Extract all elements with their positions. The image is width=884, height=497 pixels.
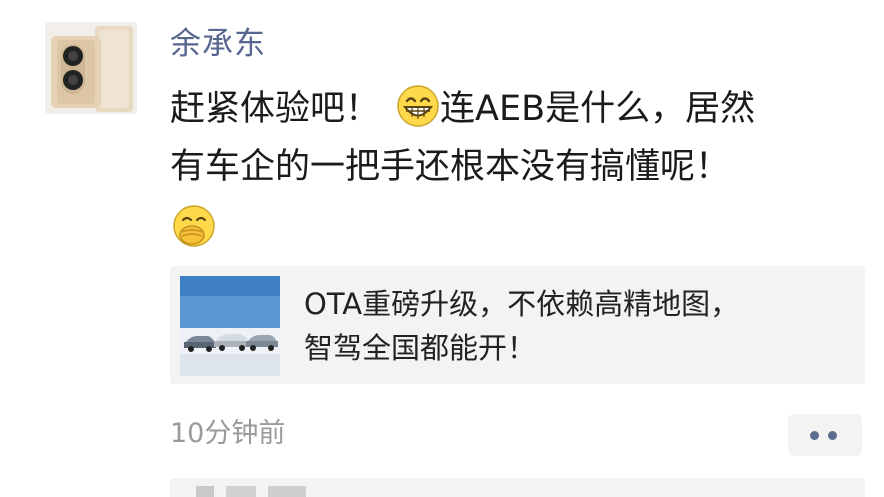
post-text-line-2: 有车企的一把手还根本没有搞懂呢！ <box>170 147 731 187</box>
avatar[interactable] <box>45 22 137 114</box>
post-text-line-1: 赶紧体验吧！ 连AEB是什么，居然 <box>170 80 870 138</box>
cars-on-snow-thumbnail <box>180 276 280 376</box>
more-dots-icon <box>828 431 837 440</box>
link-title-line-1: OTA重磅升级，不依赖高精地图， <box>304 287 740 321</box>
link-title[interactable]: OTA重磅升级，不依赖高精地图， 智驾全国都能开！ <box>304 282 844 370</box>
link-title-line-2: 智驾全国都能开！ <box>304 331 537 365</box>
more-actions-button[interactable] <box>788 414 862 456</box>
post-text: 赶紧体验吧！ 连AEB是什么，居然 有车企的一把手还根本没有搞懂呢！ <box>170 80 870 250</box>
phone-photo-icon <box>45 22 137 114</box>
post-timestamp: 10分钟前 <box>170 418 286 449</box>
next-comment-area <box>170 478 865 497</box>
author-name[interactable]: 余承东 <box>170 22 266 66</box>
grinning-face-icon <box>396 84 440 128</box>
shared-link-card[interactable]: OTA重磅升级，不依赖高精地图， 智驾全国都能开！ <box>170 266 865 384</box>
face-with-hand-over-mouth-icon <box>170 202 870 250</box>
moments-post: 余承东 赶紧体验吧！ 连AEB是什么，居然 有车企的一把手还根本没有搞懂呢！ O… <box>0 0 884 497</box>
post-text-segment: 连AEB是什么，居然 <box>440 89 756 129</box>
cropped-text-fragment <box>196 486 306 497</box>
more-dots-icon <box>810 431 819 440</box>
post-text-segment: 赶紧体验吧！ <box>170 89 381 129</box>
